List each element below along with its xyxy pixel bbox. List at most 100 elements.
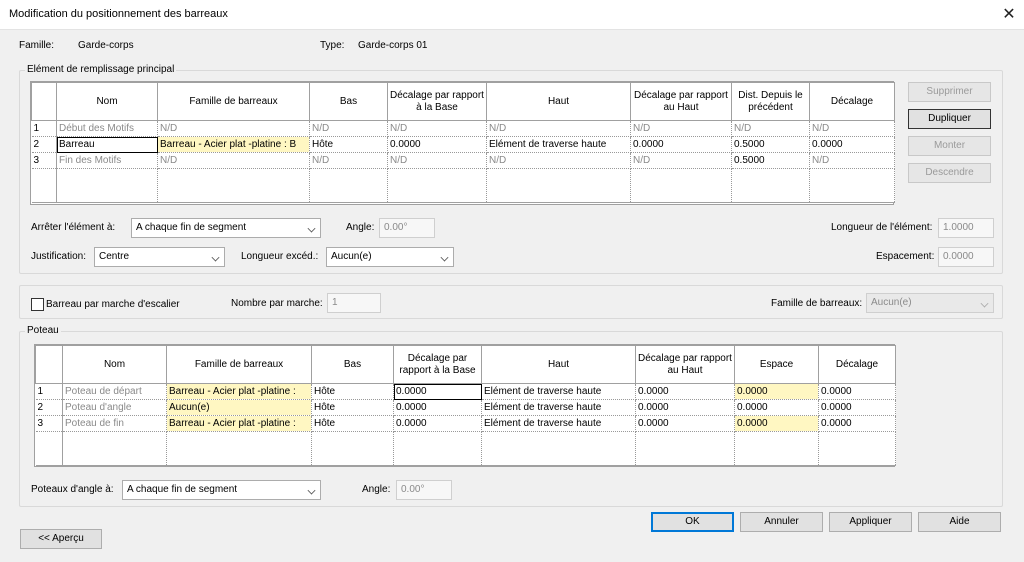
table-cell[interactable]: N/D bbox=[630, 152, 732, 169]
table-cell[interactable]: Barreau - Acier plat -platine : B bbox=[157, 136, 310, 153]
table-cell[interactable]: Barreau - Acier plat -platine : bbox=[166, 415, 312, 432]
table-cell[interactable]: 0.0000 bbox=[393, 399, 482, 416]
table-cell[interactable]: N/D bbox=[486, 120, 631, 137]
poteau-grid: Nom Famille de barreaux Bas Décalage par… bbox=[35, 345, 896, 466]
appliquer-button[interactable]: Appliquer bbox=[829, 512, 912, 532]
apercu-button[interactable]: << Aperçu bbox=[20, 529, 102, 549]
table-cell[interactable]: N/D bbox=[309, 152, 388, 169]
column-header[interactable]: Décalage bbox=[809, 82, 895, 121]
table-cell[interactable]: N/D bbox=[157, 120, 310, 137]
table-cell[interactable]: Fin des Motifs bbox=[56, 152, 158, 169]
column-header[interactable]: Nom bbox=[56, 82, 158, 121]
table-row[interactable]: 3 Fin des Motifs N/D N/D N/D N/D N/D 0.5… bbox=[31, 152, 895, 169]
supprimer-button[interactable]: Supprimer bbox=[908, 82, 991, 102]
column-header[interactable]: Dist. Depuis le précédent bbox=[731, 82, 810, 121]
column-header[interactable]: Haut bbox=[481, 345, 636, 384]
longueur-element-label: Longueur de l'élément: bbox=[831, 222, 933, 233]
table-cell[interactable]: Elément de traverse haute bbox=[486, 136, 631, 153]
chevron-down-icon bbox=[440, 253, 449, 262]
row-number[interactable]: 3 bbox=[31, 152, 57, 169]
column-header[interactable]: Famille de barreaux bbox=[157, 82, 310, 121]
column-header[interactable]: Décalage par rapport au Haut bbox=[630, 82, 732, 121]
famille-barreaux-select[interactable]: Aucun(e) bbox=[866, 293, 994, 313]
longueur-element-field[interactable]: 1.0000 bbox=[938, 218, 994, 238]
table-cell[interactable]: 0.0000 bbox=[734, 383, 819, 400]
column-header[interactable]: Bas bbox=[311, 345, 394, 384]
table-cell[interactable]: 0.0000 bbox=[809, 136, 895, 153]
longueur-exced-select[interactable]: Aucun(e) bbox=[326, 247, 454, 267]
column-header[interactable]: Nom bbox=[62, 345, 167, 384]
arreter-select[interactable]: A chaque fin de segment bbox=[131, 218, 321, 238]
table-cell[interactable]: Aucun(e) bbox=[166, 399, 312, 416]
column-header[interactable]: Bas bbox=[309, 82, 388, 121]
table-cell[interactable]: N/D bbox=[809, 152, 895, 169]
table-cell[interactable]: 0.0000 bbox=[630, 136, 732, 153]
table-row[interactable]: 1 Début des Motifs N/D N/D N/D N/D N/D N… bbox=[31, 120, 895, 137]
poteaux-angle-select[interactable]: A chaque fin de segment bbox=[122, 480, 321, 500]
table-cell[interactable]: 0.0000 bbox=[393, 383, 482, 400]
table-cell[interactable]: 0.5000 bbox=[731, 152, 810, 169]
column-header[interactable]: Décalage par rapport au Haut bbox=[635, 345, 735, 384]
table-cell[interactable]: Poteau de départ bbox=[62, 383, 167, 400]
table-cell[interactable]: 0.0000 bbox=[818, 383, 896, 400]
table-cell[interactable]: Elément de traverse haute bbox=[481, 383, 636, 400]
table-cell[interactable]: 0.5000 bbox=[731, 136, 810, 153]
table-cell[interactable]: N/D bbox=[486, 152, 631, 169]
row-number[interactable]: 1 bbox=[35, 383, 63, 400]
row-number[interactable]: 1 bbox=[31, 120, 57, 137]
table-cell[interactable]: N/D bbox=[157, 152, 310, 169]
table-cell[interactable]: Début des Motifs bbox=[56, 120, 158, 137]
angle-field[interactable]: 0.00° bbox=[379, 218, 435, 238]
table-row[interactable]: 3 Poteau de fin Barreau - Acier plat -pl… bbox=[35, 415, 896, 432]
dupliquer-button[interactable]: Dupliquer bbox=[908, 109, 991, 129]
row-number[interactable]: 3 bbox=[35, 415, 63, 432]
annuler-button[interactable]: Annuler bbox=[740, 512, 823, 532]
column-header[interactable]: Décalage par rapport à la Base bbox=[393, 345, 482, 384]
column-header[interactable]: Espace bbox=[734, 345, 819, 384]
barreau-par-marche-checkbox[interactable] bbox=[31, 298, 44, 311]
table-cell[interactable]: 0.0000 bbox=[818, 399, 896, 416]
column-header[interactable]: Haut bbox=[486, 82, 631, 121]
table-cell[interactable]: Elément de traverse haute bbox=[481, 415, 636, 432]
table-cell[interactable]: 0.0000 bbox=[635, 415, 735, 432]
ok-button[interactable]: OK bbox=[651, 512, 734, 532]
table-row[interactable]: 2 Poteau d'angle Aucun(e) Hôte 0.0000 El… bbox=[35, 399, 896, 416]
poteau-angle-field[interactable]: 0.00° bbox=[396, 480, 452, 500]
row-number[interactable]: 2 bbox=[35, 399, 63, 416]
table-row[interactable]: 2 Barreau Barreau - Acier plat -platine … bbox=[31, 136, 895, 153]
table-cell[interactable]: Hôte bbox=[311, 415, 394, 432]
table-cell[interactable]: 0.0000 bbox=[393, 415, 482, 432]
table-cell[interactable]: Hôte bbox=[311, 399, 394, 416]
column-header[interactable]: Décalage par rapport à la Base bbox=[387, 82, 487, 121]
table-cell[interactable]: 0.0000 bbox=[387, 136, 487, 153]
table-cell[interactable]: Elément de traverse haute bbox=[481, 399, 636, 416]
table-cell[interactable]: N/D bbox=[387, 120, 487, 137]
table-cell[interactable]: 0.0000 bbox=[734, 399, 819, 416]
table-row[interactable]: 1 Poteau de départ Barreau - Acier plat … bbox=[35, 383, 896, 400]
table-cell[interactable]: Barreau bbox=[56, 136, 158, 153]
table-cell[interactable]: Poteau d'angle bbox=[62, 399, 167, 416]
table-cell[interactable]: 0.0000 bbox=[635, 399, 735, 416]
justification-select[interactable]: Centre bbox=[94, 247, 225, 267]
table-cell[interactable]: N/D bbox=[387, 152, 487, 169]
monter-button[interactable]: Monter bbox=[908, 136, 991, 156]
column-header[interactable]: Décalage bbox=[818, 345, 896, 384]
table-cell[interactable]: N/D bbox=[731, 120, 810, 137]
nombre-par-marche-field[interactable]: 1 bbox=[327, 293, 381, 313]
descendre-button[interactable]: Descendre bbox=[908, 163, 991, 183]
aide-button[interactable]: Aide bbox=[918, 512, 1001, 532]
column-header[interactable]: Famille de barreaux bbox=[166, 345, 312, 384]
row-number[interactable]: 2 bbox=[31, 136, 57, 153]
table-cell[interactable]: Hôte bbox=[309, 136, 388, 153]
espacement-field[interactable]: 0.0000 bbox=[938, 247, 994, 267]
table-cell[interactable]: 0.0000 bbox=[818, 415, 896, 432]
close-icon[interactable]: ✕ bbox=[994, 0, 1024, 30]
table-cell[interactable]: N/D bbox=[309, 120, 388, 137]
table-cell[interactable]: Barreau - Acier plat -platine : bbox=[166, 383, 312, 400]
table-cell[interactable]: Hôte bbox=[311, 383, 394, 400]
table-cell[interactable]: N/D bbox=[809, 120, 895, 137]
table-cell[interactable]: N/D bbox=[630, 120, 732, 137]
table-cell[interactable]: Poteau de fin bbox=[62, 415, 167, 432]
table-cell[interactable]: 0.0000 bbox=[734, 415, 819, 432]
table-cell[interactable]: 0.0000 bbox=[635, 383, 735, 400]
